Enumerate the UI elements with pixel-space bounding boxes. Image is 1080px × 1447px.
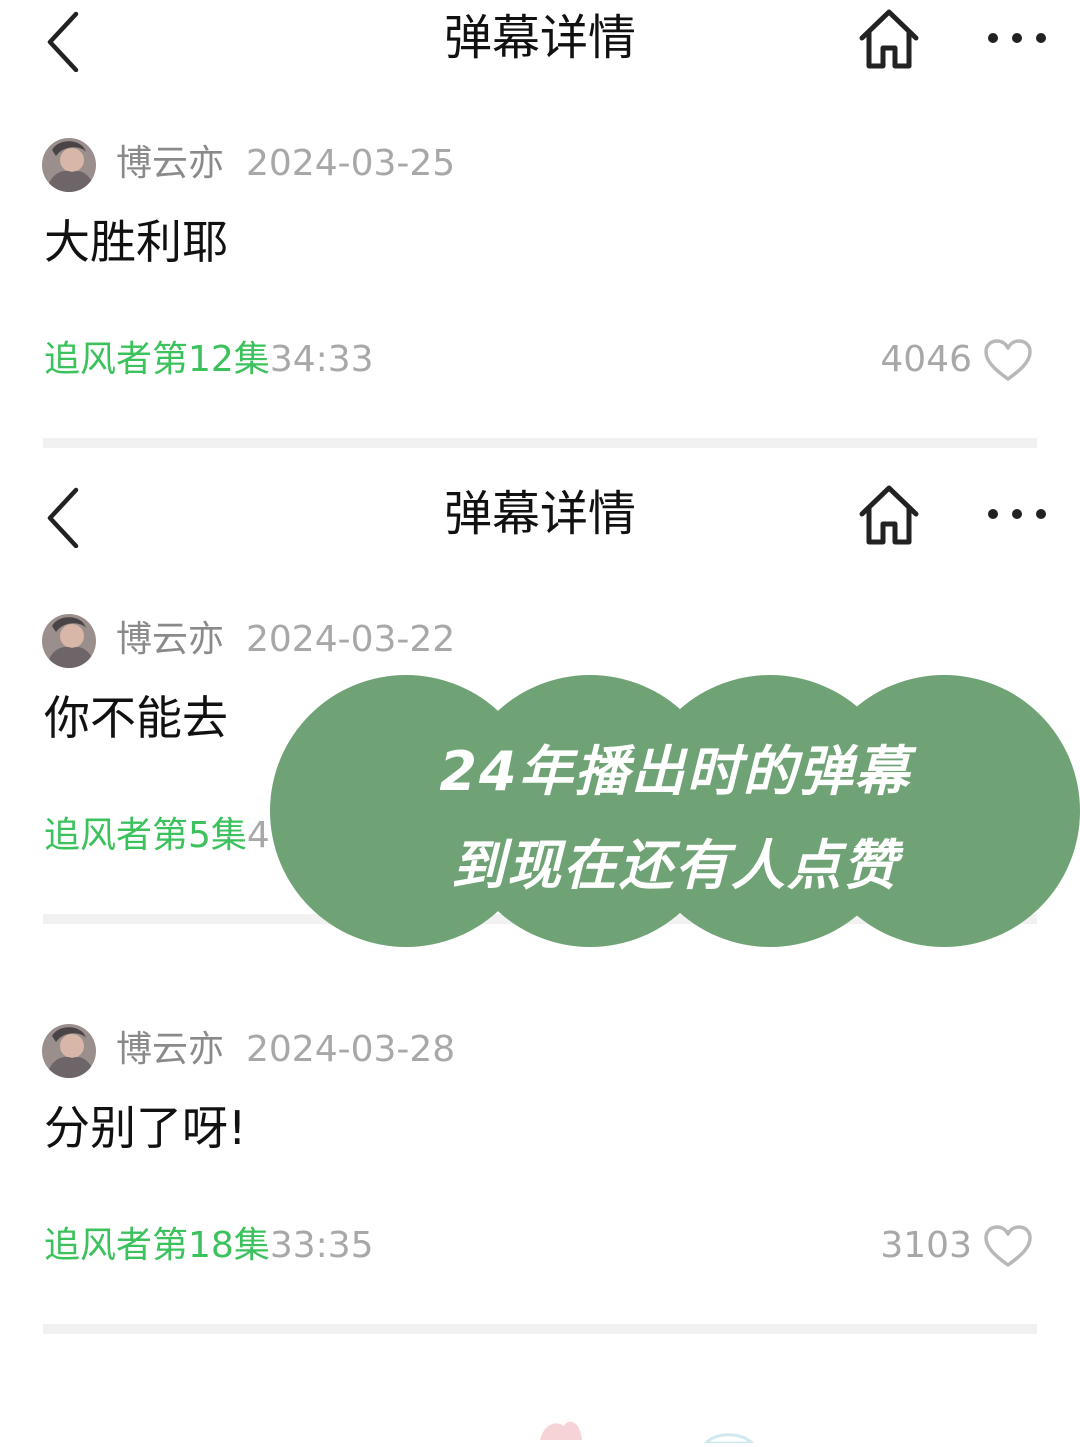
sticker-icon	[702, 1433, 756, 1445]
danmaku-text: 大胜利耶	[44, 215, 228, 269]
username[interactable]: 博云亦	[116, 1028, 224, 1072]
divider	[43, 438, 1037, 448]
like-count: 4046	[880, 339, 972, 380]
more-dots-icon	[988, 33, 1046, 43]
sticker-decoration	[530, 1416, 610, 1440]
timestamp: 4	[246, 815, 270, 856]
like-count: 3103	[880, 1225, 972, 1266]
sticker-decoration	[700, 1428, 760, 1445]
like-button[interactable]	[982, 337, 1034, 383]
heart-icon	[984, 339, 1032, 381]
episode-link[interactable]: 追风者第5集	[44, 815, 247, 856]
avatar[interactable]	[42, 614, 96, 668]
danmaku-text: 分别了呀!	[44, 1101, 247, 1155]
username[interactable]: 博云亦	[116, 618, 224, 662]
sticker-icon	[540, 1421, 582, 1440]
back-button[interactable]	[42, 484, 86, 549]
avatar-image	[42, 138, 96, 192]
post-date: 2024-03-28	[246, 1029, 456, 1070]
username[interactable]: 博云亦	[116, 142, 224, 186]
post-date: 2024-03-22	[246, 619, 456, 660]
timestamp: 33:35	[269, 1225, 374, 1266]
chevron-left-icon	[47, 487, 79, 549]
avatar-image	[42, 1024, 96, 1078]
cloud-shape	[270, 675, 1080, 947]
top-bar: 弹幕详情	[0, 476, 1080, 556]
page-title: 弹幕详情	[443, 10, 636, 66]
home-icon	[859, 9, 919, 69]
home-button[interactable]	[856, 6, 922, 72]
episode-info: 追风者第18集33:35	[44, 1224, 374, 1268]
post-date: 2024-03-25	[246, 143, 456, 184]
divider	[43, 1324, 1037, 1334]
caption-banner: 24年播出时的弹幕 到现在还有人点赞	[270, 675, 1080, 947]
banner-line-2: 到现在还有人点赞	[451, 834, 899, 897]
banner-line-1: 24年播出时的弹幕	[439, 740, 911, 803]
chevron-left-icon	[47, 11, 79, 73]
more-button[interactable]	[982, 18, 1052, 58]
episode-link[interactable]: 追风者第12集	[44, 339, 270, 380]
episode-info: 追风者第5集4	[44, 814, 270, 858]
like-button[interactable]	[982, 1223, 1034, 1269]
danmaku-text: 你不能去	[44, 691, 228, 745]
more-button[interactable]	[982, 494, 1052, 534]
back-button[interactable]	[42, 8, 86, 73]
timestamp: 34:33	[269, 339, 374, 380]
top-bar: 弹幕详情	[0, 0, 1080, 80]
heart-icon	[984, 1225, 1032, 1267]
more-dots-icon	[988, 509, 1046, 519]
avatar[interactable]	[42, 1024, 96, 1078]
avatar[interactable]	[42, 138, 96, 192]
episode-info: 追风者第12集34:33	[44, 338, 374, 382]
episode-link[interactable]: 追风者第18集	[44, 1225, 270, 1266]
page-title: 弹幕详情	[443, 486, 636, 542]
home-icon	[859, 485, 919, 545]
home-button[interactable]	[856, 482, 922, 548]
avatar-image	[42, 614, 96, 668]
